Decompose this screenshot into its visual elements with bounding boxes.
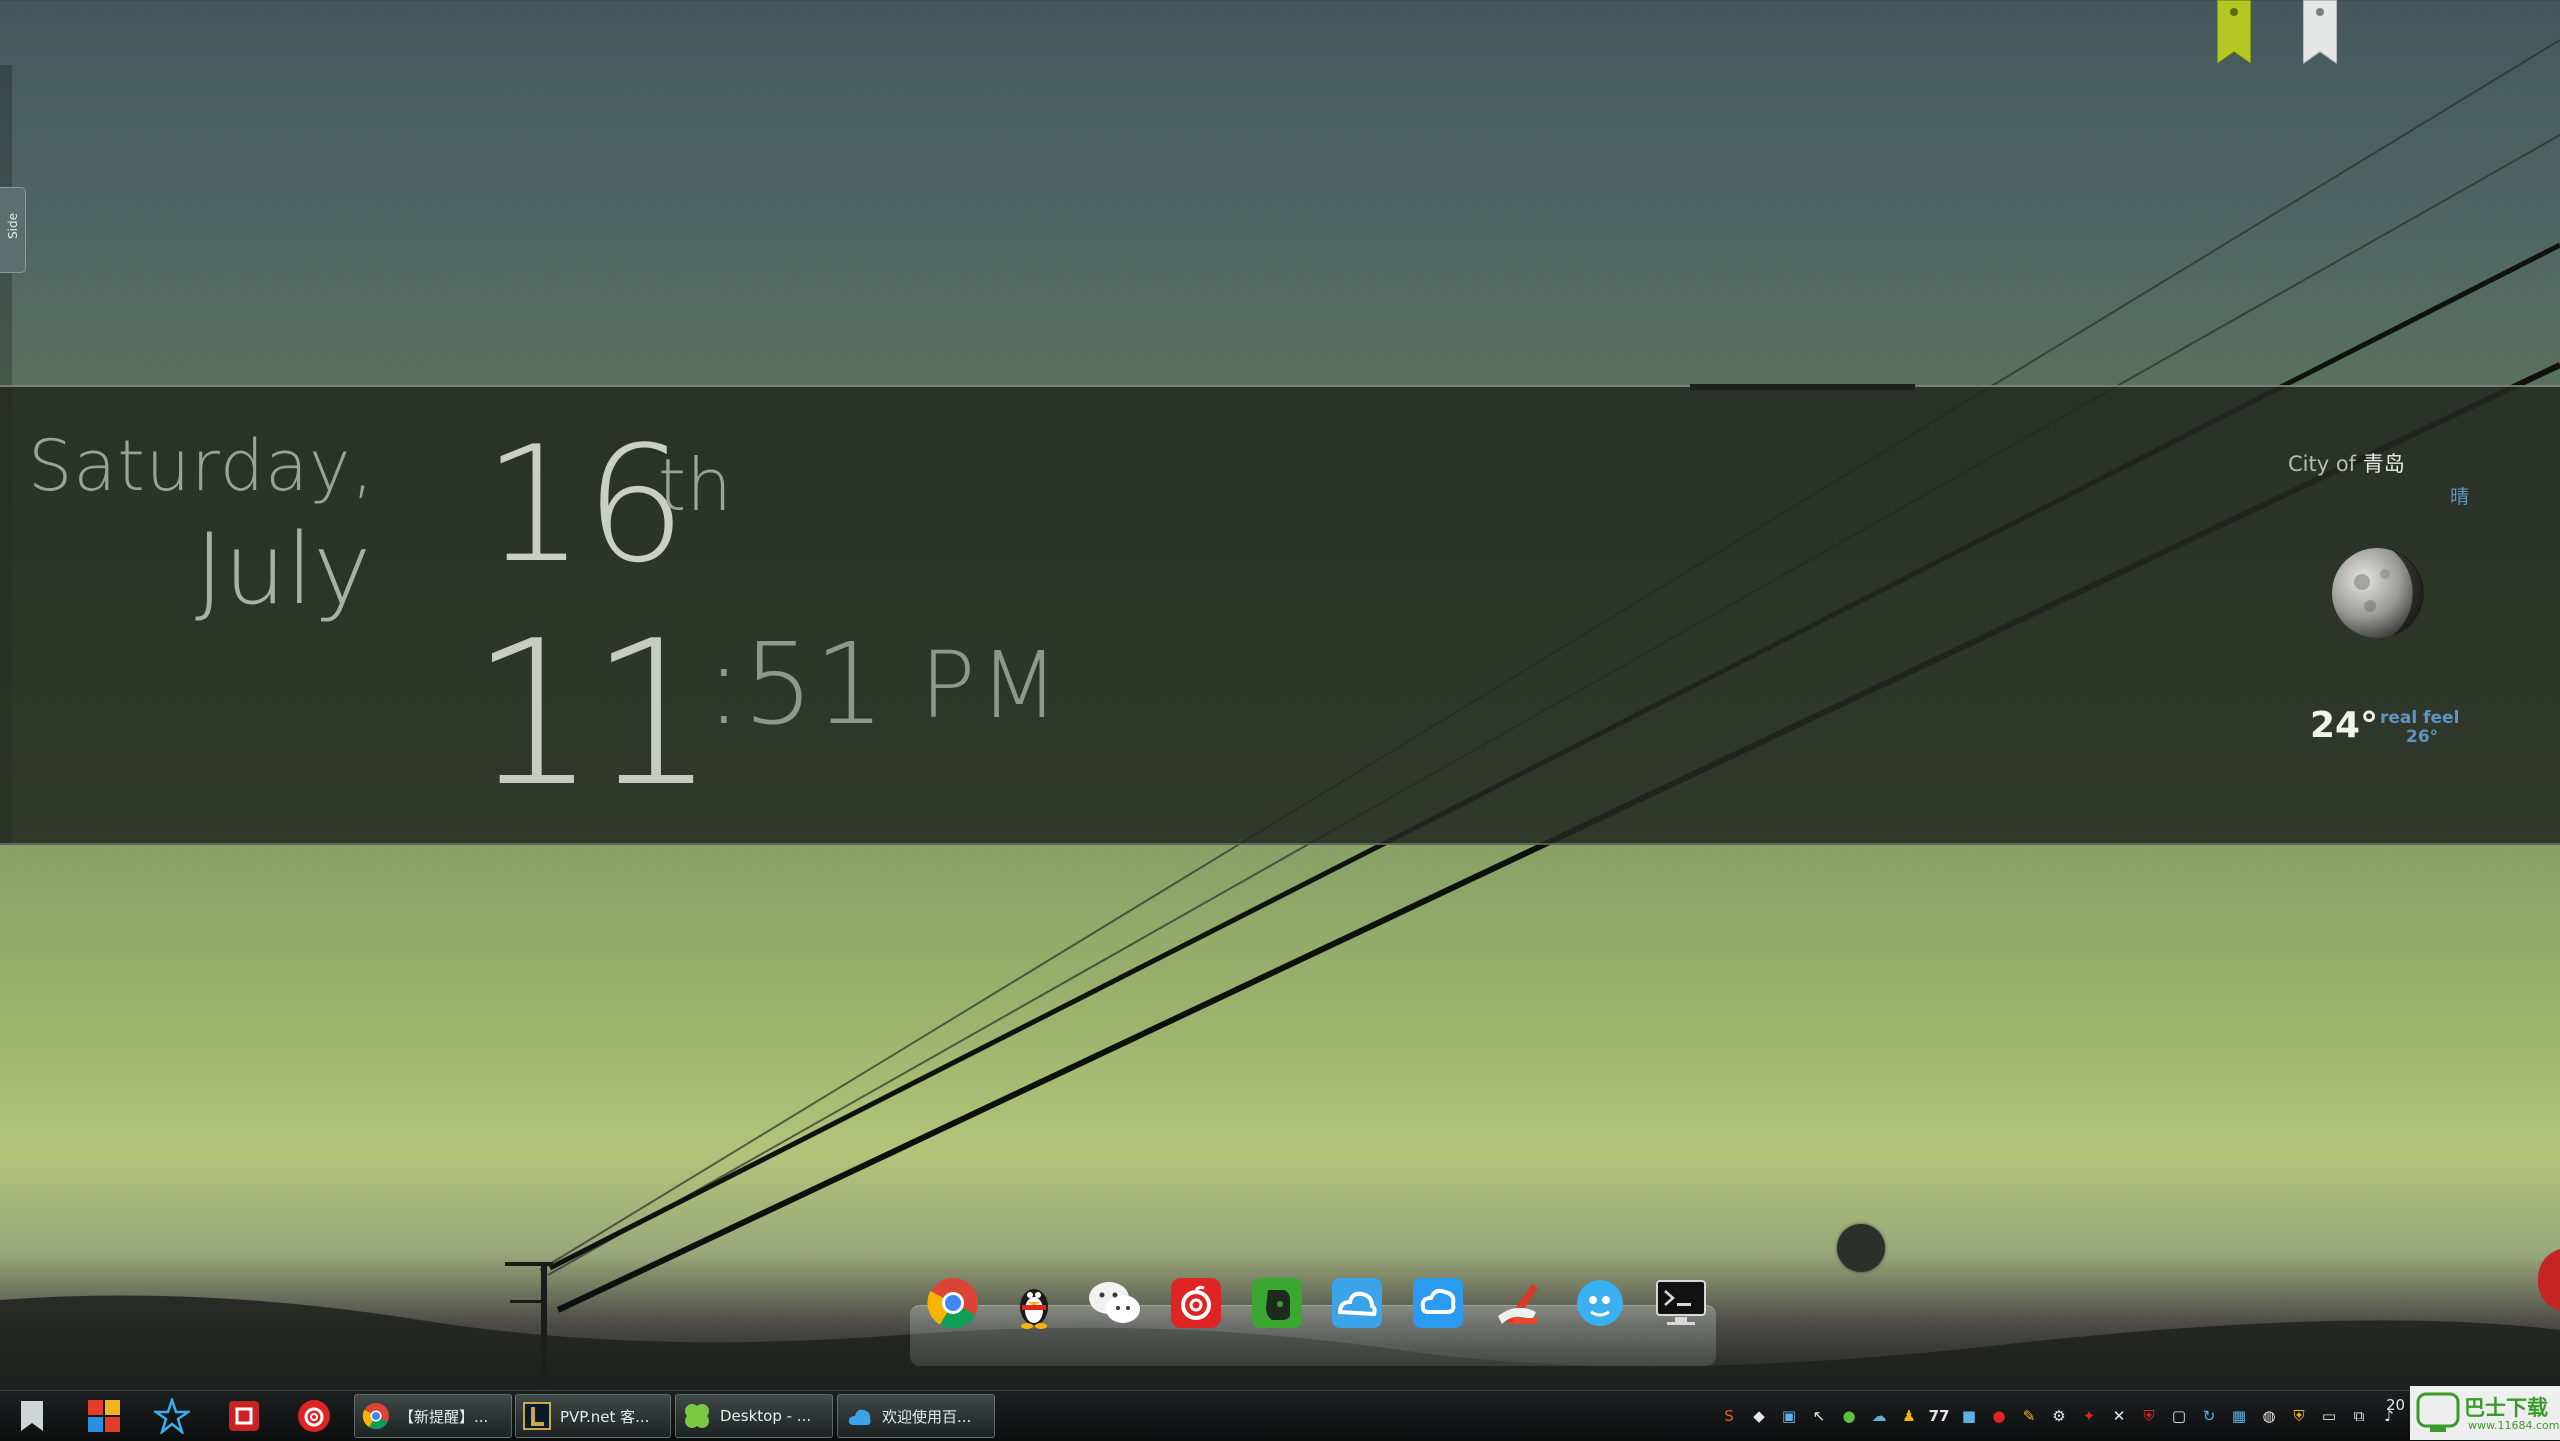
input-method-icon[interactable]: S <box>1716 1403 1742 1429</box>
temperature: 24° <box>2310 705 2379 746</box>
weather-city: City of 青岛 <box>2288 448 2405 478</box>
watermark: 巴士下载 www.11684.com <box>2410 1386 2560 1440</box>
tray-grid-icon[interactable]: ▦ <box>2226 1403 2252 1429</box>
green-bookmark-icon[interactable] <box>2217 0 2251 66</box>
tray-green-icon[interactable]: ● <box>1836 1403 1862 1429</box>
tray-app-icon[interactable]: ◆ <box>1746 1403 1772 1429</box>
terminal-icon[interactable] <box>1650 1272 1712 1334</box>
qq-penguin-icon[interactable] <box>1003 1272 1065 1334</box>
side-panel-tab[interactable]: Side <box>0 187 26 273</box>
task-desktop[interactable]: Desktop - ... <box>675 1394 833 1438</box>
clover-icon <box>682 1401 712 1431</box>
realfeel-value: 26° <box>2406 727 2439 747</box>
task-pvp[interactable]: PVP.net 客... <box>515 1394 671 1438</box>
security-shield-icon[interactable]: ⛨ <box>2286 1403 2312 1429</box>
watermark-title: 巴士下载 <box>2464 1396 2548 1420</box>
blue-bubble-icon[interactable] <box>1569 1272 1631 1334</box>
clock-widget-banner <box>0 385 2560 845</box>
city-prefix: City of <box>2288 452 2357 476</box>
hour-text: 11 <box>470 598 716 831</box>
watermark-url: www.11684.com <box>2468 1419 2560 1432</box>
star-icon[interactable] <box>154 1398 190 1434</box>
taskbar: 【新提醒】... PVP.net 客... Desktop - ... 欢迎使用… <box>0 1390 2560 1441</box>
side-tab-label: Side <box>6 213 20 239</box>
baidu-cloud-icon <box>844 1401 874 1431</box>
qq-tray-icon[interactable]: ♟ <box>1896 1403 1922 1429</box>
league-icon <box>522 1401 552 1431</box>
feather-icon[interactable]: ✎ <box>2016 1403 2042 1429</box>
tray-chat-icon[interactable]: ▭ <box>2316 1403 2342 1429</box>
moon-icon <box>2332 548 2424 638</box>
ampm-text: PM <box>920 632 1063 739</box>
red-tray-icon[interactable]: ✦ <box>2076 1403 2102 1429</box>
floating-assistant-button[interactable] <box>1837 1224 1885 1272</box>
weekday-text: Saturday, <box>28 425 375 507</box>
cloud-drive-icon[interactable] <box>1407 1272 1469 1334</box>
netease-music-icon[interactable] <box>1165 1272 1227 1334</box>
task-label: Desktop - ... <box>720 1407 812 1425</box>
refresh-icon[interactable]: ↻ <box>2196 1403 2222 1429</box>
chrome-icon <box>361 1401 391 1431</box>
dock <box>922 1272 1712 1342</box>
thunder-icon[interactable]: 77 <box>1926 1403 1952 1429</box>
baidu-cloud-icon[interactable] <box>1326 1272 1388 1334</box>
task-chrome[interactable]: 【新提醒】... <box>354 1394 512 1438</box>
day-suffix: th <box>658 443 732 527</box>
city-name: 青岛 <box>2362 452 2405 476</box>
network-icon[interactable]: ⧉ <box>2346 1403 2372 1429</box>
tray-x-icon[interactable]: ✕ <box>2106 1403 2132 1429</box>
banner-handle[interactable] <box>1690 384 1915 390</box>
tray-blue-icon[interactable]: ■ <box>1956 1403 1982 1429</box>
day-number: 16 <box>483 411 687 598</box>
red-square-icon[interactable] <box>226 1398 262 1434</box>
weather-condition: 晴 <box>2450 486 2470 508</box>
month-text: July <box>195 513 372 627</box>
tray-cloud-icon[interactable]: ☁ <box>1866 1403 1892 1429</box>
watermark-logo-icon <box>2416 1392 2460 1432</box>
netease-music-taskbar-icon[interactable] <box>296 1398 332 1434</box>
tray-globe-icon[interactable]: ◍ <box>2256 1403 2282 1429</box>
shield-icon[interactable]: ⛨ <box>2136 1403 2162 1429</box>
task-label: PVP.net 客... <box>560 1407 650 1426</box>
tray-window-icon[interactable]: ▣ <box>1776 1403 1802 1429</box>
colorful-tiles-icon[interactable] <box>86 1398 122 1434</box>
bookmark-icon[interactable] <box>14 1398 50 1434</box>
tray-square-icon[interactable]: ▢ <box>2166 1403 2192 1429</box>
task-baidu-cloud[interactable]: 欢迎使用百... <box>837 1394 995 1438</box>
wechat-icon[interactable] <box>1084 1272 1146 1334</box>
task-label: 【新提醒】... <box>399 1407 489 1426</box>
gear-icon[interactable]: ⚙ <box>2046 1403 2072 1429</box>
evernote-icon[interactable] <box>1246 1272 1308 1334</box>
ccleaner-icon[interactable] <box>1488 1272 1550 1334</box>
minute-text: :51 <box>705 620 886 750</box>
task-label: 欢迎使用百... <box>882 1407 972 1426</box>
netease-tray-icon[interactable]: ● <box>1986 1403 2012 1429</box>
realfeel-label: real feel <box>2380 708 2460 728</box>
cursor-icon[interactable]: ↖ <box>1806 1403 1832 1429</box>
chrome-icon[interactable] <box>922 1272 984 1334</box>
taskbar-clock[interactable]: 20 <box>2386 1395 2405 1415</box>
system-tray: S ◆ ▣ ↖ ● ☁ ♟ 77 ■ ● ✎ ⚙ ✦ ✕ ⛨ ▢ ↻ ▦ ◍ ⛨… <box>1716 1403 2402 1429</box>
white-bookmark-icon[interactable] <box>2303 0 2337 66</box>
